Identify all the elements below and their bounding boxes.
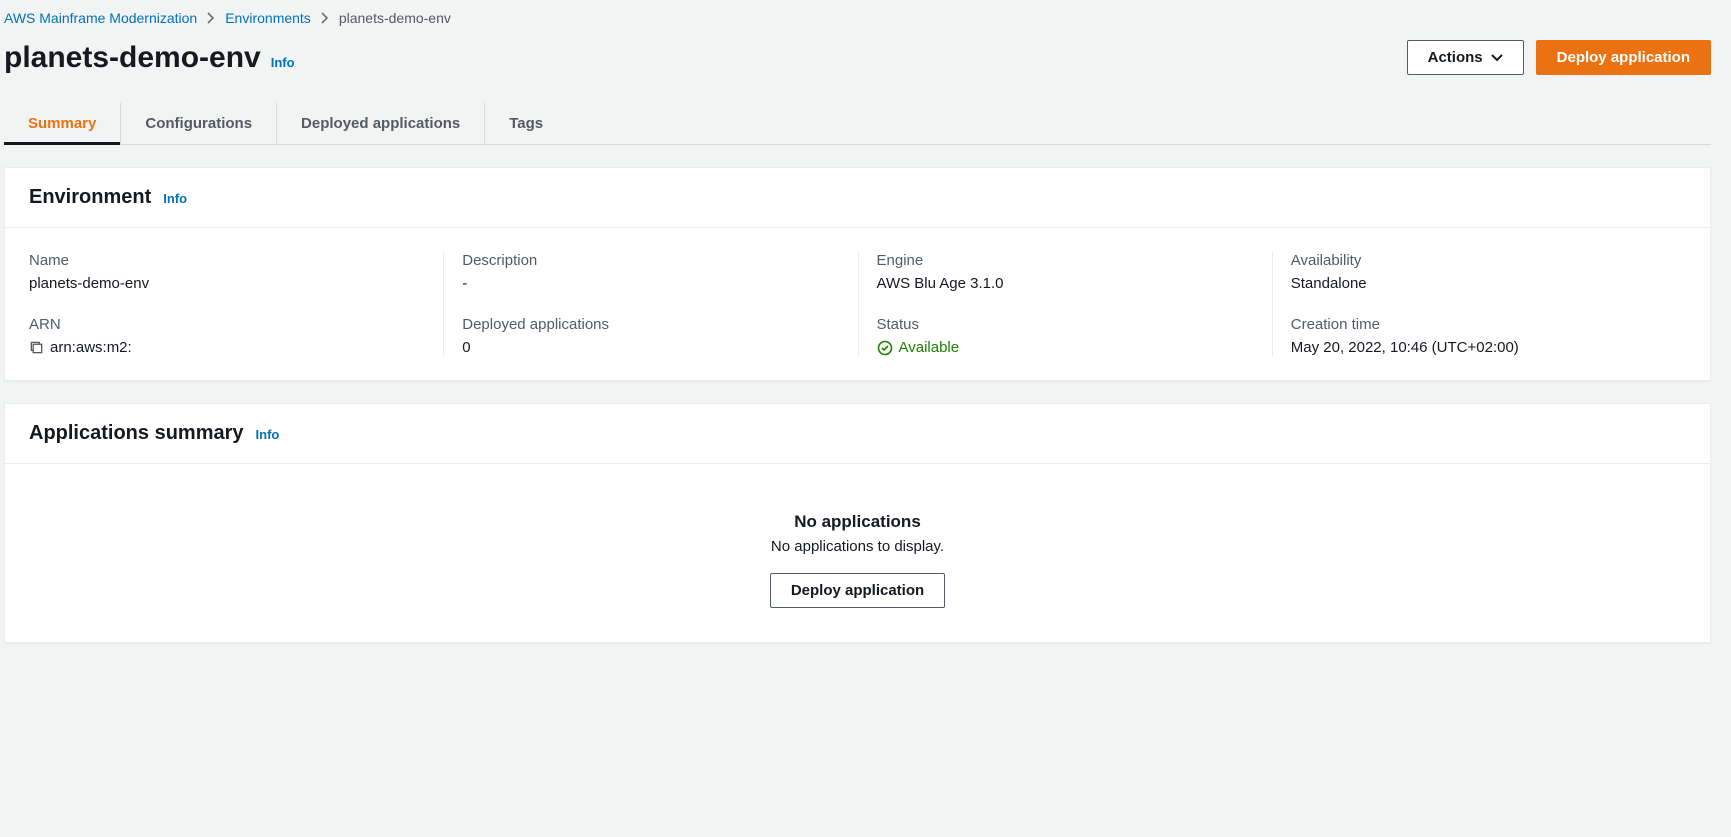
page-title: planets-demo-env	[4, 41, 261, 75]
applications-empty-state: No applications No applications to displ…	[29, 488, 1686, 618]
check-circle-icon	[877, 340, 893, 356]
breadcrumb-link-root[interactable]: AWS Mainframe Modernization	[4, 10, 197, 26]
deploy-application-button[interactable]: Deploy application	[1536, 40, 1711, 75]
tabs: Summary Configurations Deployed applicat…	[4, 103, 1711, 145]
label-arn: ARN	[29, 316, 425, 333]
page-header: planets-demo-env Info Actions Deploy app…	[4, 40, 1711, 75]
value-name: planets-demo-env	[29, 275, 425, 292]
actions-label: Actions	[1428, 49, 1483, 66]
value-creation-time: May 20, 2022, 10:46 (UTC+02:00)	[1291, 339, 1668, 356]
applications-summary-panel: Applications summary Info No application…	[4, 403, 1711, 643]
breadcrumb-current: planets-demo-env	[339, 10, 451, 26]
copy-icon[interactable]	[29, 340, 44, 355]
label-deployed-apps: Deployed applications	[462, 316, 839, 333]
label-engine: Engine	[877, 252, 1254, 269]
empty-state-subtitle: No applications to display.	[29, 538, 1686, 555]
value-deployed-apps: 0	[462, 339, 839, 356]
breadcrumb-link-environments[interactable]: Environments	[225, 10, 311, 26]
deploy-application-empty-button[interactable]: Deploy application	[770, 573, 945, 608]
applications-panel-title: Applications summary	[29, 422, 244, 445]
chevron-right-icon	[321, 12, 329, 24]
label-description: Description	[462, 252, 839, 269]
value-engine: AWS Blu Age 3.1.0	[877, 275, 1254, 292]
caret-down-icon	[1491, 54, 1503, 62]
label-creation-time: Creation time	[1291, 316, 1668, 333]
label-availability: Availability	[1291, 252, 1668, 269]
tab-summary[interactable]: Summary	[4, 103, 121, 144]
value-arn: arn:aws:m2:	[50, 339, 132, 356]
value-status: Available	[899, 339, 960, 356]
value-availability: Standalone	[1291, 275, 1668, 292]
chevron-right-icon	[207, 12, 215, 24]
tab-deployed-applications[interactable]: Deployed applications	[277, 103, 485, 144]
actions-dropdown-button[interactable]: Actions	[1407, 40, 1524, 75]
breadcrumb: AWS Mainframe Modernization Environments…	[4, 0, 1711, 40]
environment-panel: Environment Info Name planets-demo-env A…	[4, 167, 1711, 381]
value-description: -	[462, 275, 839, 292]
info-link-header[interactable]: Info	[271, 55, 295, 70]
info-link-applications[interactable]: Info	[256, 427, 280, 442]
label-status: Status	[877, 316, 1254, 333]
tab-tags[interactable]: Tags	[485, 103, 567, 144]
environment-panel-title: Environment	[29, 186, 151, 209]
label-name: Name	[29, 252, 425, 269]
empty-state-title: No applications	[29, 512, 1686, 532]
info-link-environment[interactable]: Info	[163, 191, 187, 206]
tab-configurations[interactable]: Configurations	[121, 103, 277, 144]
